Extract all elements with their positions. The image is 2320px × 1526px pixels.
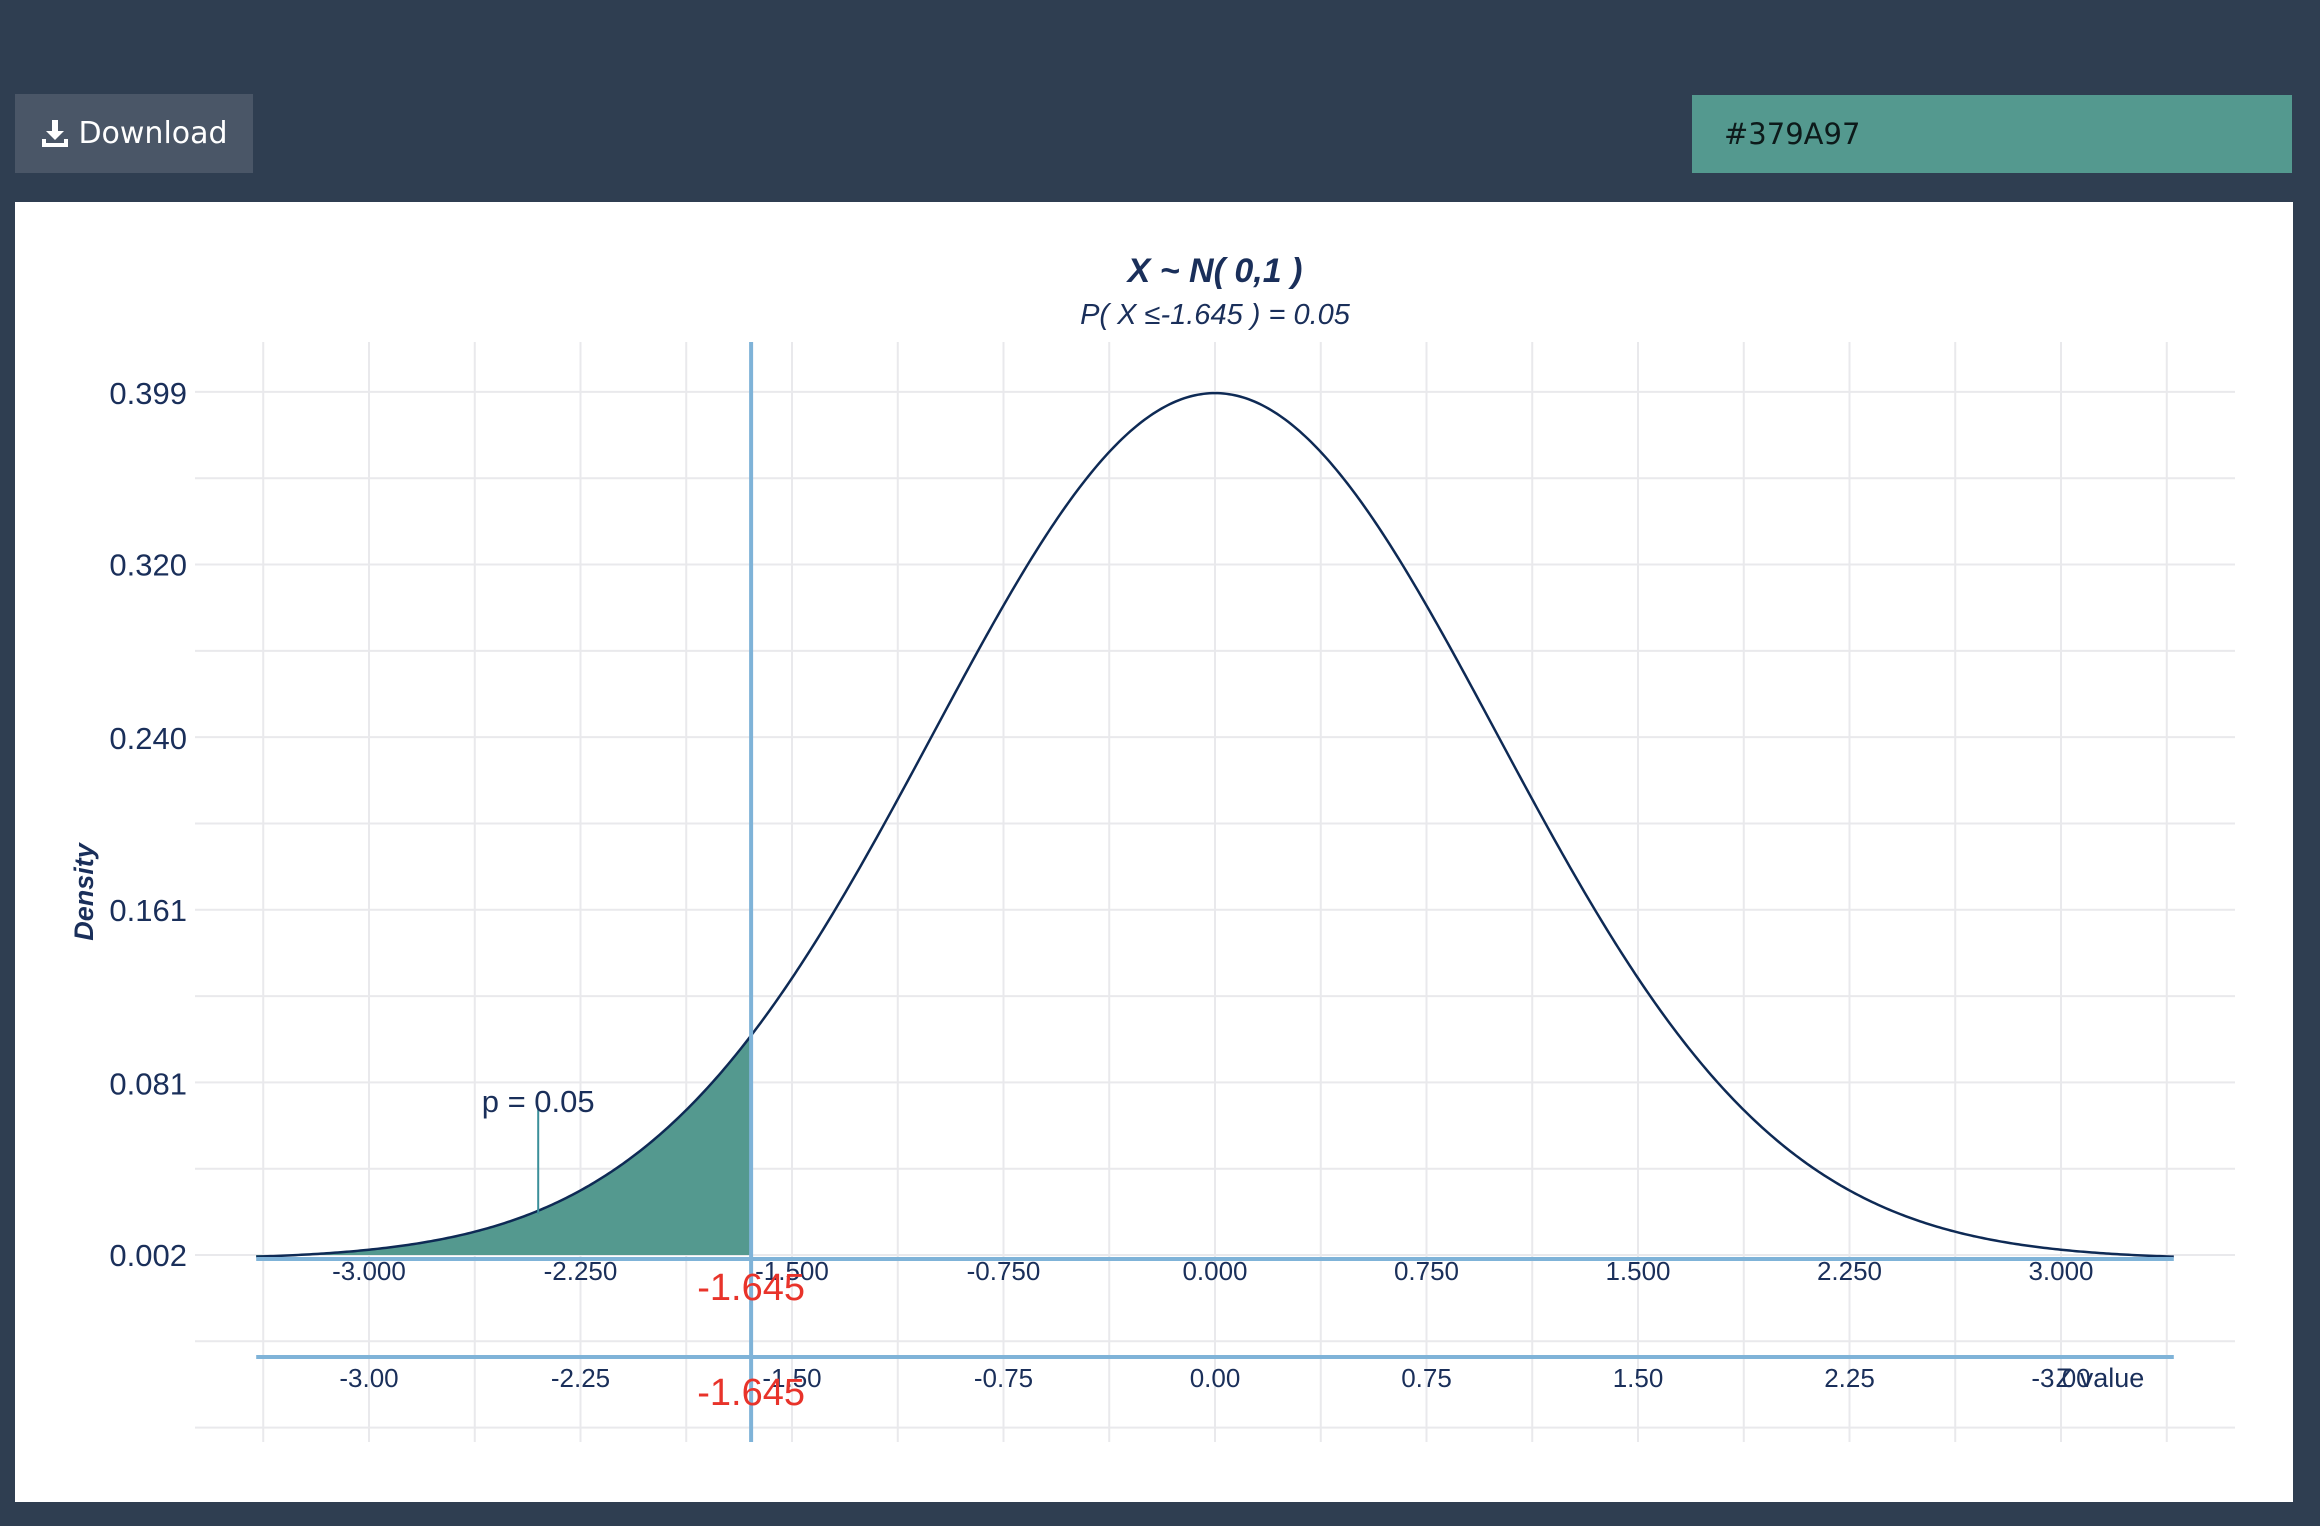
x-tick-label-top: -0.750 xyxy=(967,1256,1041,1286)
download-button[interactable]: Download xyxy=(15,94,253,173)
y-tick-label: 0.161 xyxy=(109,893,187,928)
x-tick-label-top: -2.250 xyxy=(544,1256,618,1286)
plot-panel: X ~ N( 0,1 ) P( X ≤-1.645 ) = 0.05 Density… xyxy=(15,202,2293,1502)
download-icon xyxy=(42,119,69,147)
x-tick-label-top: 2.250 xyxy=(1817,1256,1882,1286)
color-value: #379A97 xyxy=(1724,117,1861,151)
x-tick-label-top: 0.750 xyxy=(1394,1256,1459,1286)
chart-subtitle: P( X ≤-1.645 ) = 0.05 xyxy=(1080,299,1351,331)
y-tick-label: 0.320 xyxy=(109,548,187,583)
y-tick-label: 0.081 xyxy=(109,1066,187,1101)
critical-value-label-bottom: -1.645 xyxy=(697,1372,805,1414)
x-tick-label-bottom: 2.25 xyxy=(1824,1363,1875,1393)
y-tick-label: 0.002 xyxy=(109,1238,187,1273)
download-label: Download xyxy=(78,116,228,151)
x-tick-label-top: -3.000 xyxy=(332,1256,406,1286)
x-tick-label-top: 1.500 xyxy=(1605,1256,1670,1286)
critical-value-label-top: -1.645 xyxy=(697,1267,805,1309)
x-tick-label-bottom: 0.75 xyxy=(1401,1363,1452,1393)
chart: X ~ N( 0,1 ) P( X ≤-1.645 ) = 0.05 Density… xyxy=(69,252,2235,1442)
x-tick-label-bottom: -0.75 xyxy=(974,1363,1033,1393)
chart-title: X ~ N( 0,1 ) xyxy=(1126,252,1303,290)
x-tick-label-bottom: 1.50 xyxy=(1613,1363,1664,1393)
p-value-label: p = 0.05 xyxy=(482,1084,595,1119)
x-tick-label-bottom: 0.00 xyxy=(1190,1363,1241,1393)
y-axis-label: Density xyxy=(69,841,99,941)
y-tick-label: 0.399 xyxy=(109,376,187,411)
color-picker-input[interactable]: #379A97 xyxy=(1692,95,2292,173)
x-tick-label-top: 3.000 xyxy=(2028,1256,2093,1286)
x-tick-label-bottom: -3.00 xyxy=(339,1363,398,1393)
x-tick-label-bottom: -2.25 xyxy=(551,1363,610,1393)
y-tick-label: 0.240 xyxy=(109,721,187,756)
x-tick-label-top: 0.000 xyxy=(1182,1256,1247,1286)
x-axis-label: Z value xyxy=(2056,1363,2145,1393)
